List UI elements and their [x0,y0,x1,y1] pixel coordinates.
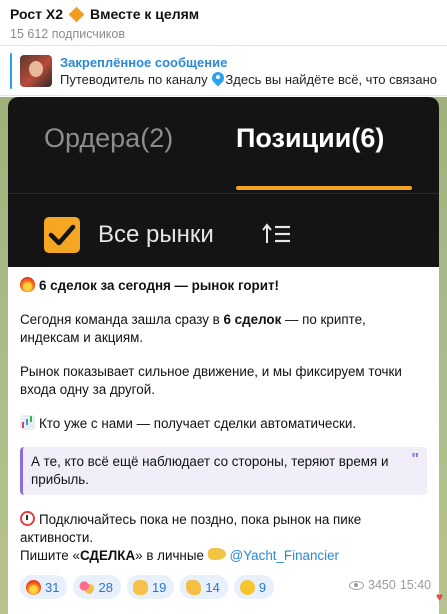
reaction-count: 31 [45,579,60,595]
channel-title-part2: Вместе к целям [90,6,200,22]
message-bubble[interactable]: Ордера(2) Позиции(6) Все рынки 6 сделок … [8,97,439,614]
reactions-bar: 31 28 19 14 9 [20,575,275,599]
p5-line1: Подключайтесь пока не поздно, пока рынок… [20,512,362,545]
pinned-title: Закреплённое сообщение [60,54,228,70]
clap-icon [186,579,202,595]
message-time: 15:40 [399,578,432,592]
reaction-cool[interactable]: 9 [233,575,275,599]
pointing-hand-icon [207,548,226,560]
p2-text-1: Сегодня команда зашла сразу в [20,312,224,327]
reaction-fire[interactable]: 31 [20,575,68,599]
post-quote: А те, кто всё ещё наблюдает со стороны, … [20,447,427,495]
handle-link[interactable]: @Yacht_Financier [230,548,339,563]
thumbs-up-icon [132,579,148,595]
post-paragraph-4: Кто уже с нами — получает сделки автомат… [20,415,427,433]
pinned-preview-part1: Путеводитель по каналу [60,71,208,87]
view-count: 3450 [368,578,396,592]
channel-header[interactable]: Рост X2 Вместе к целям 15 612 подписчико… [0,0,447,46]
fire-icon [20,277,35,292]
chat-area[interactable]: Ордера(2) Позиции(6) Все рынки 6 сделок … [0,97,447,614]
post-headline: 6 сделок за сегодня — рынок горит! [20,277,427,295]
image-markets-label: Все рынки [98,221,214,248]
image-tab-underline [236,186,412,190]
quote-mark-icon: " [411,451,419,468]
p2-bold: 6 сделок [223,312,282,327]
post-headline-text: 6 сделок за сегодня — рынок горит! [39,278,279,293]
alarm-clock-icon [20,511,35,526]
p4-text: Кто уже с нами — получает сделки автомат… [39,416,357,431]
image-divider [8,193,439,194]
post-paragraph-5: Подключайтесь пока не поздно, пока рынок… [20,511,427,565]
reaction-count: 19 [151,579,167,595]
pinned-preview: Путеводитель по каналу Здесь вы найдёте … [60,72,437,87]
reaction-count: 28 [98,579,113,595]
image-checkbox-icon [44,217,80,253]
subscriber-count: 15 612 подписчиков [10,27,126,41]
image-tab-positions: Позиции(6) [236,123,385,153]
post-paragraph-2: Сегодня команда зашла сразу в 6 сделок —… [20,311,427,347]
sort-icon [262,223,290,243]
post-paragraph-3: Рынок показывает сильное движение, и мы … [20,364,402,397]
pinned-preview-part2: Здесь вы найдёте всё, что связано [225,71,437,87]
p5-mid: » в личные [135,548,204,563]
sunglasses-icon [239,579,255,595]
reaction-thumbs-up[interactable]: 19 [126,575,175,599]
channel-title[interactable]: Рост X2 Вместе к целям [10,6,437,22]
reaction-count: 9 [258,579,267,595]
bar-chart-icon [20,415,35,430]
pinned-indicator [10,52,12,89]
channel-title-part1: Рост X2 [10,6,64,22]
orange-diamond-icon [68,6,85,22]
image-tab-orders: Ордера(2) [44,123,174,153]
location-pin-icon [212,72,222,86]
fire-icon [26,579,41,595]
p5-bold: СДЕЛКА [79,548,136,563]
message-meta: 3450 15:40 [349,578,431,592]
hearts-icon [79,579,95,595]
heart-icon: ♥ [436,590,444,604]
quote-text: А те, кто всё ещё наблюдает со стороны, … [31,454,389,487]
reaction-count: 14 [205,579,220,595]
eye-icon [349,580,364,590]
p5-prefix: Пишите « [20,548,80,563]
post-text: 6 сделок за сегодня — рынок горит! Сегод… [8,267,439,565]
pinned-thumbnail [20,54,52,87]
reaction-hearts[interactable]: 28 [73,575,121,599]
reaction-clap[interactable]: 14 [180,575,228,599]
pinned-message-bar[interactable]: Закреплённое сообщение Путеводитель по к… [0,46,447,96]
post-image[interactable]: Ордера(2) Позиции(6) Все рынки [8,97,439,267]
